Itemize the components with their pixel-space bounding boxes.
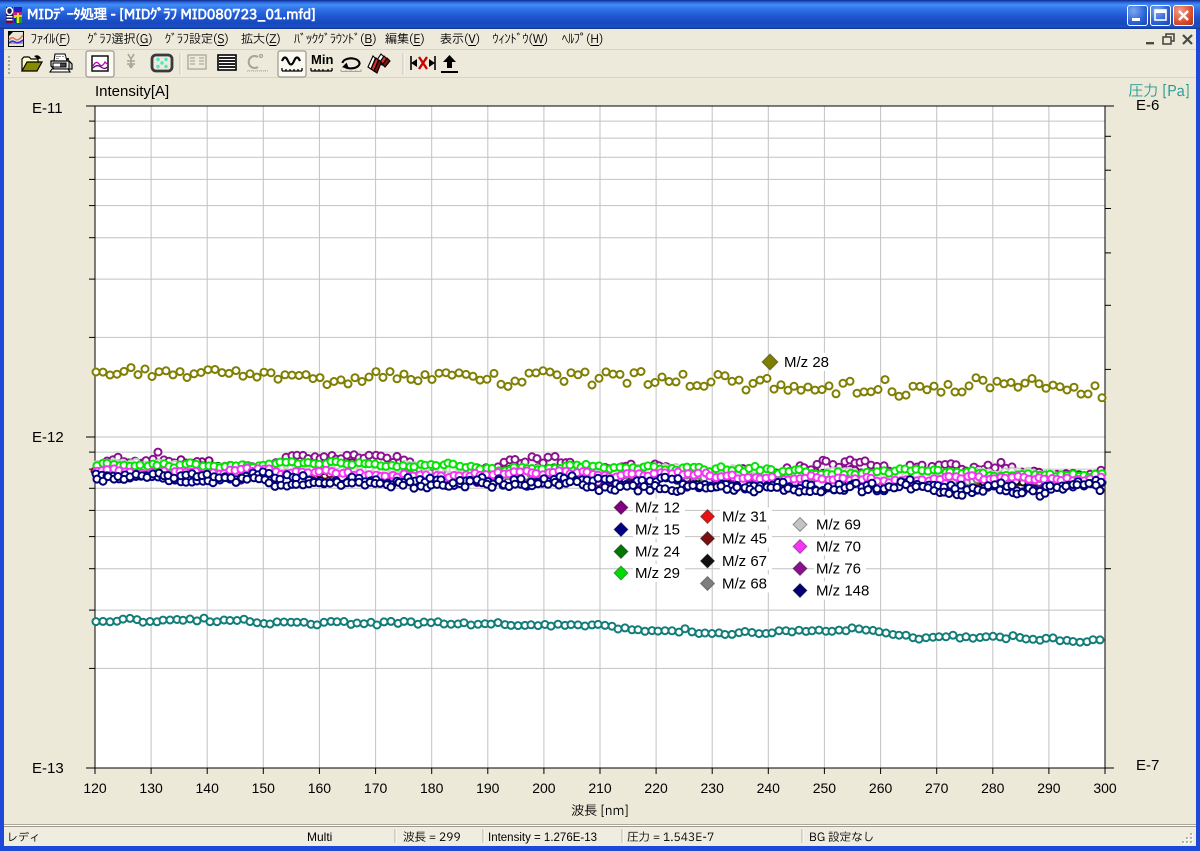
svg-text:M/z 68: M/z 68 <box>722 576 767 593</box>
svg-text:M/z 29: M/z 29 <box>635 565 680 582</box>
svg-text:220: 220 <box>644 780 668 796</box>
svg-text:M/z 15: M/z 15 <box>635 522 680 539</box>
svg-text:240: 240 <box>757 780 781 796</box>
svg-text:M/z 28: M/z 28 <box>784 354 829 371</box>
svg-text:230: 230 <box>701 780 725 796</box>
svg-text:M/z 70: M/z 70 <box>816 539 861 556</box>
svg-text:300: 300 <box>1093 780 1117 796</box>
svg-text:200: 200 <box>532 780 556 796</box>
svg-text:160: 160 <box>308 780 332 796</box>
svg-text:M/z 24: M/z 24 <box>635 544 680 561</box>
svg-text:M/z 148: M/z 148 <box>816 583 869 600</box>
svg-text:260: 260 <box>869 780 893 796</box>
svg-text:130: 130 <box>139 780 163 796</box>
svg-text:270: 270 <box>925 780 949 796</box>
svg-text:290: 290 <box>1037 780 1061 796</box>
svg-text:Intensity = 1.276E-13: Intensity = 1.276E-13 <box>488 832 597 844</box>
svg-text:250: 250 <box>813 780 837 796</box>
svg-text:Intensity[A]: Intensity[A] <box>95 83 169 100</box>
svg-text:E-13: E-13 <box>32 760 64 777</box>
svg-text:150: 150 <box>252 780 276 796</box>
svg-text:M/z 45: M/z 45 <box>722 531 767 548</box>
svg-text:M/z 69: M/z 69 <box>816 517 861 534</box>
svg-text:210: 210 <box>588 780 612 796</box>
svg-text:140: 140 <box>196 780 220 796</box>
svg-text:E-12: E-12 <box>32 429 64 446</box>
svg-text:E-7: E-7 <box>1136 757 1159 774</box>
svg-text:Multi: Multi <box>307 830 332 844</box>
svg-text:180: 180 <box>420 780 444 796</box>
svg-text:170: 170 <box>364 780 388 796</box>
svg-text:E-6: E-6 <box>1136 97 1159 114</box>
svg-text:280: 280 <box>981 780 1005 796</box>
svg-text:120: 120 <box>83 780 107 796</box>
svg-text:E-11: E-11 <box>32 100 63 117</box>
svg-text:190: 190 <box>476 780 500 796</box>
svg-text:M/z 67: M/z 67 <box>722 553 767 570</box>
svg-text:M/z 31: M/z 31 <box>722 509 767 526</box>
svg-text:M/z 12: M/z 12 <box>635 500 680 517</box>
svg-text:M/z 76: M/z 76 <box>816 561 861 578</box>
svg-text:Min: Min <box>311 52 333 67</box>
